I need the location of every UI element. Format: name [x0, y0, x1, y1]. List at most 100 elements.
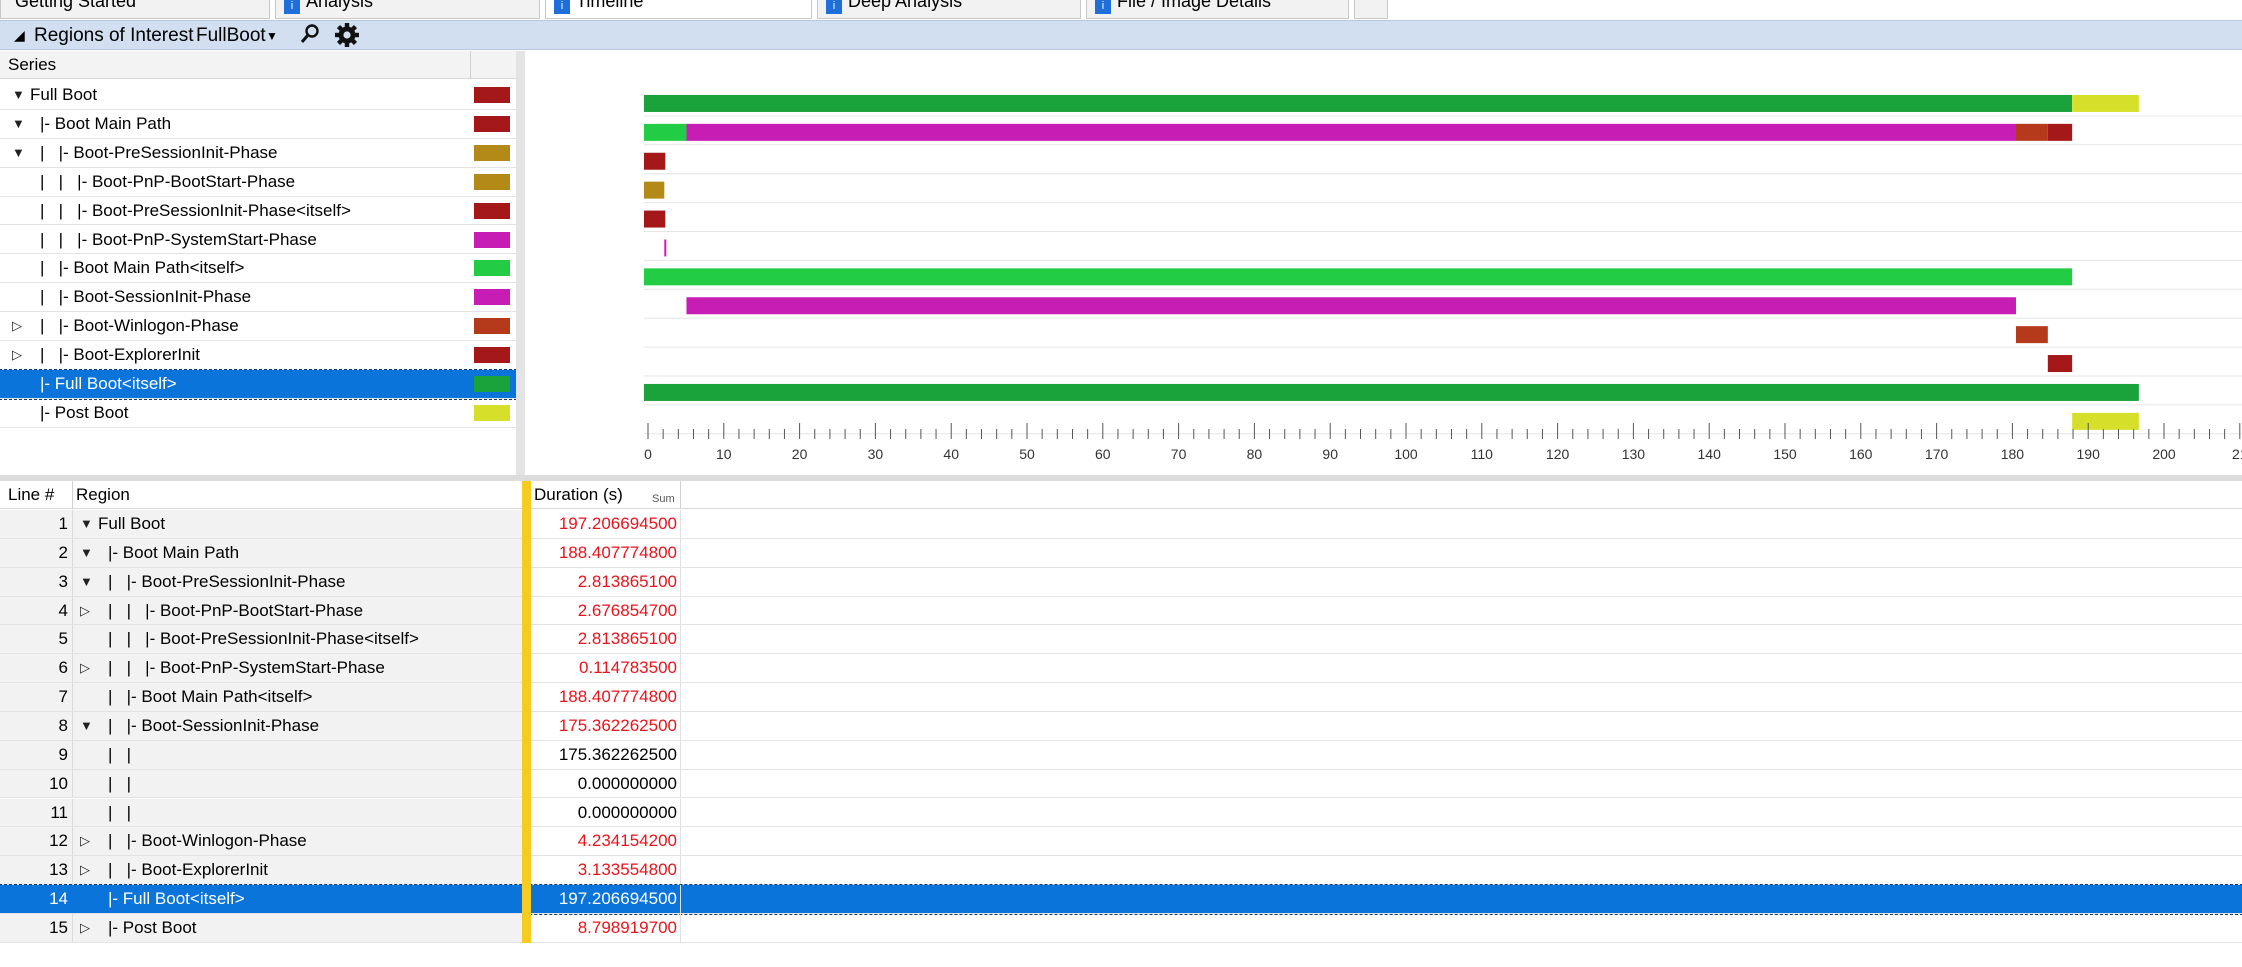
line-number: 15: [49, 917, 68, 937]
tab-file-image-details[interactable]: i File / Image Details: [1086, 0, 1349, 19]
timeline-chart-svg: 0 10 20 30 40 50 60 70 80 90 100 110 120 130 140 150 160…: [624, 94, 2242, 462]
series-color-swatch[interactable]: [474, 87, 510, 103]
timeline-bar[interactable]: [644, 152, 666, 170]
series-row[interactable]: | | |- Boot-PnP-SystemStart-Phase: [0, 226, 516, 255]
table-row[interactable]: 15 ▷ |- Post Boot 8.798919700: [0, 913, 2242, 943]
collapsed-triangle-icon[interactable]: ▷: [80, 862, 90, 878]
expanded-triangle-icon[interactable]: ▼: [80, 574, 93, 589]
timeline-bar[interactable]: [644, 383, 2139, 401]
tab-analysis[interactable]: i Analysis: [275, 0, 540, 19]
series-row[interactable]: ▷ | |- Boot-ExplorerInit: [0, 341, 516, 370]
table-row[interactable]: 13 ▷ | |- Boot-ExplorerInit 3.133554800: [0, 856, 2242, 886]
x-tick-label: 120: [1546, 446, 1570, 462]
timeline-bar[interactable]: [644, 94, 2073, 112]
collapsed-triangle-icon[interactable]: ▷: [12, 347, 22, 363]
timeline-bar[interactable]: [664, 239, 667, 257]
panel-splitter[interactable]: [516, 51, 525, 475]
timeline-bar[interactable]: [2047, 123, 2073, 141]
table-row[interactable]: 9 | | 175.362262500: [0, 740, 2242, 770]
timeline-bar[interactable]: [686, 123, 2016, 141]
duration-cell: 2.813865100: [577, 629, 677, 649]
timeline-bar[interactable]: [644, 268, 2073, 286]
timeline-bar[interactable]: [2015, 326, 2048, 344]
collapsed-triangle-icon[interactable]: ▷: [80, 603, 90, 619]
table-row[interactable]: 11 | | 0.000000000: [0, 798, 2242, 828]
expanded-triangle-icon[interactable]: ▼: [80, 545, 93, 560]
series-color-swatch[interactable]: [474, 289, 510, 306]
expanded-triangle-icon[interactable]: ▼: [80, 718, 93, 733]
series-color-swatch[interactable]: [474, 347, 510, 364]
series-row[interactable]: |- Full Boot<itself>: [0, 369, 517, 400]
series-row[interactable]: | |- Boot-SessionInit-Phase: [0, 283, 516, 313]
tab-getting-started[interactable]: Getting Started: [0, 0, 270, 19]
series-row[interactable]: ▷ | |- Boot-Winlogon-Phase: [0, 312, 516, 342]
collapsed-triangle-icon[interactable]: ▷: [80, 660, 90, 676]
search-icon[interactable]: [300, 23, 322, 51]
table-row[interactable]: 6 ▷ | | |- Boot-PnP-SystemStart-Phase 0.114…: [0, 654, 2242, 684]
series-header-label: Series: [8, 55, 57, 74]
tab-timeline[interactable]: i Timeline: [545, 0, 812, 19]
expanded-triangle-icon[interactable]: ▼: [12, 87, 25, 102]
timeline-bar[interactable]: [2047, 355, 2073, 373]
x-tick-label: 21: [2232, 446, 2242, 462]
table-row[interactable]: 7 | |- Boot Main Path<itself> 188.40777480…: [0, 683, 2242, 712]
line-number: 12: [49, 831, 68, 851]
series-label: | |- Boot-PreSessionInit-Phase: [40, 142, 278, 162]
x-tick-label: 200: [2152, 446, 2176, 462]
tab-deep-analysis[interactable]: i Deep Analysis: [817, 0, 1081, 19]
timeline-bar[interactable]: [644, 181, 665, 199]
col-header-region[interactable]: Region: [76, 481, 130, 509]
series-label: |- Boot Main Path: [40, 113, 172, 133]
series-color-swatch[interactable]: [474, 376, 510, 392]
series-row[interactable]: | | |- Boot-PreSessionInit-Phase<itself>: [0, 197, 516, 226]
series-row[interactable]: ▼ Full Boot: [0, 81, 516, 110]
timeline-bar[interactable]: [644, 123, 687, 141]
table-row[interactable]: 10 | | 0.000000000: [0, 769, 2242, 799]
series-row[interactable]: | | |- Boot-PnP-BootStart-Phase: [0, 168, 516, 197]
timeline-bar[interactable]: [2072, 94, 2139, 112]
table-row[interactable]: 2 ▼ |- Boot Main Path 188.407774800: [0, 538, 2242, 568]
series-color-swatch[interactable]: [474, 144, 510, 161]
table-row[interactable]: 1 ▼ Full Boot 197.206694500: [0, 510, 2242, 539]
series-row[interactable]: | |- Boot Main Path<itself>: [0, 254, 516, 284]
series-color-swatch[interactable]: [474, 260, 510, 277]
line-number: 5: [58, 629, 68, 649]
tab-overflow[interactable]: [1354, 0, 1388, 19]
duration-cell: 0.000000000: [577, 773, 677, 793]
series-color-swatch[interactable]: [474, 173, 510, 190]
table-row[interactable]: 8 ▼ | |- Boot-SessionInit-Phase 175.3622625…: [0, 711, 2242, 741]
timeline-bar[interactable]: [644, 210, 666, 228]
table-row[interactable]: 4 ▷ | | |- Boot-PnP-BootStart-Phase 2.67685…: [0, 596, 2242, 626]
collapsed-triangle-icon[interactable]: ▷: [80, 920, 90, 936]
series-color-swatch[interactable]: [474, 231, 510, 248]
roi-dropdown[interactable]: FullBoot: [196, 25, 266, 47]
expanded-triangle-icon[interactable]: ▼: [12, 116, 25, 131]
timeline-bar[interactable]: [2072, 412, 2139, 430]
series-color-swatch[interactable]: [474, 115, 510, 132]
series-color-swatch[interactable]: [474, 318, 510, 335]
series-row[interactable]: ▼ |- Boot Main Path: [0, 110, 516, 139]
collapse-triangle-icon[interactable]: ◢: [14, 27, 25, 44]
line-number: 14: [49, 889, 68, 909]
series-row[interactable]: ▼ | |- Boot-PreSessionInit-Phase: [0, 139, 516, 168]
gear-icon[interactable]: [334, 22, 360, 54]
chevron-down-icon[interactable]: ▼: [266, 29, 278, 43]
series-color-swatch[interactable]: [474, 404, 510, 421]
table-row[interactable]: 12 ▷ | |- Boot-Winlogon-Phase 4.234154200: [0, 827, 2242, 857]
table-row[interactable]: 14 |- Full Boot<itself> 197.206694500: [0, 884, 2242, 915]
duration-cell: 0.000000000: [577, 802, 677, 822]
table-row[interactable]: 3 ▼ | |- Boot-PreSessionInit-Phase 2.813865…: [0, 567, 2242, 597]
col-header-duration[interactable]: Duration (s): [534, 481, 623, 509]
grouping-divider[interactable]: [522, 481, 531, 943]
collapsed-triangle-icon[interactable]: ▷: [12, 318, 22, 334]
expanded-triangle-icon[interactable]: ▼: [12, 145, 25, 160]
table-row[interactable]: 5 | | |- Boot-PreSessionInit-Phase<itself…: [0, 625, 2242, 655]
timeline-bar[interactable]: [2015, 123, 2048, 141]
series-label: |- Full Boot<itself>: [40, 374, 177, 393]
col-header-line[interactable]: Line #: [8, 481, 54, 509]
timeline-bar[interactable]: [686, 297, 2016, 315]
series-row[interactable]: |- Post Boot: [0, 399, 516, 428]
collapsed-triangle-icon[interactable]: ▷: [80, 833, 90, 849]
expanded-triangle-icon[interactable]: ▼: [80, 516, 93, 531]
series-color-swatch[interactable]: [474, 202, 510, 219]
